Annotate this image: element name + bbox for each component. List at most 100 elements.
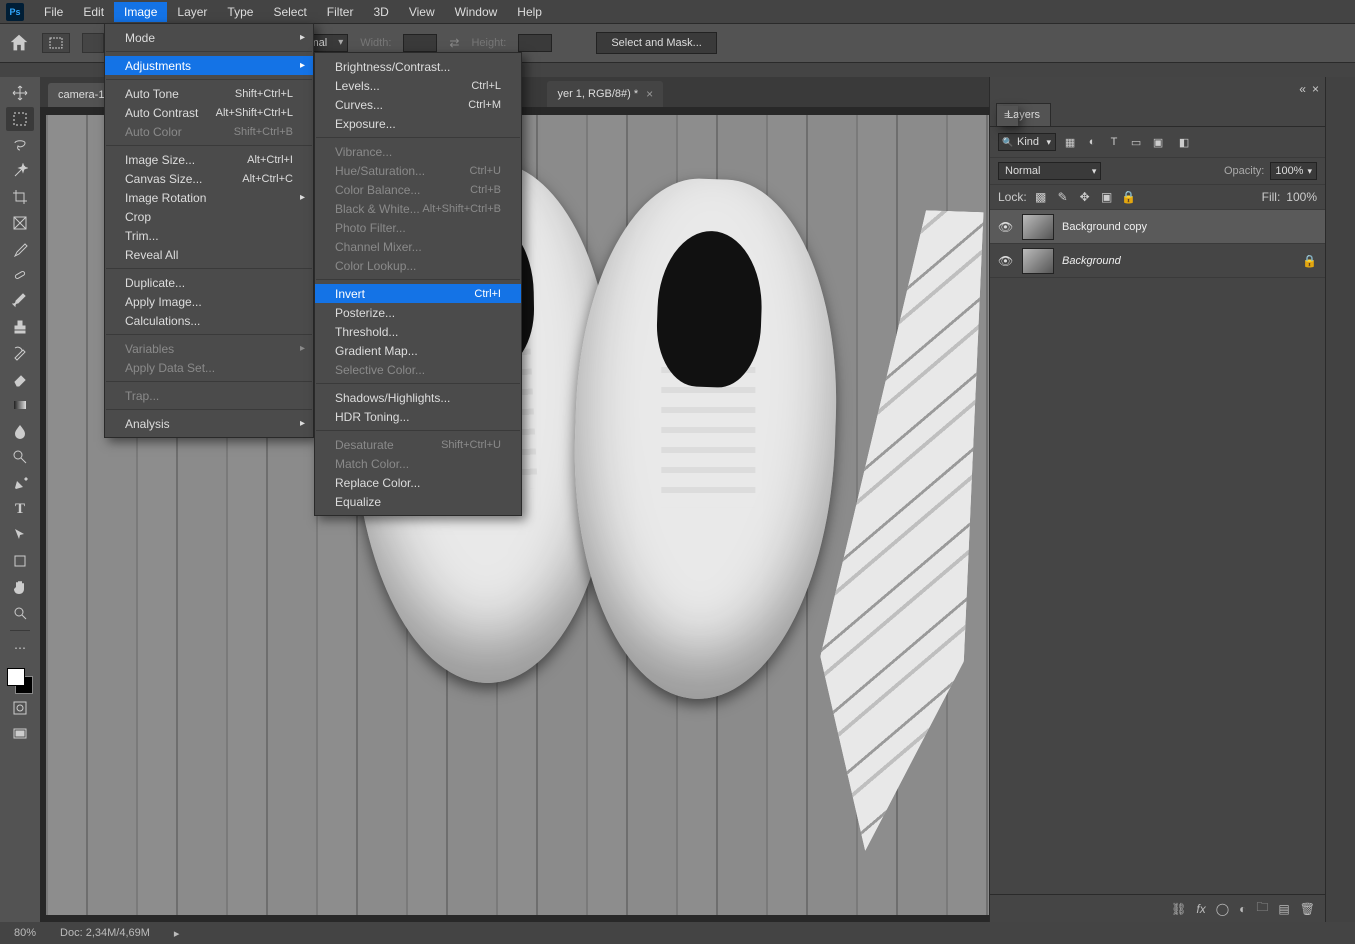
layer-filter-kind[interactable]: Kind xyxy=(998,133,1056,151)
adjustments-menu-item[interactable]: Replace Color... xyxy=(315,473,521,492)
magic-wand-tool-icon[interactable] xyxy=(6,159,34,183)
marquee-tool-icon[interactable] xyxy=(6,107,34,131)
layer-thumbnail[interactable] xyxy=(1022,214,1054,240)
image-menu-item[interactable]: Image Rotation▸ xyxy=(105,188,313,207)
lock-pixels-icon[interactable]: ▩ xyxy=(1033,189,1049,205)
collapse-icon[interactable]: « xyxy=(1299,82,1306,96)
eyedropper-tool-icon[interactable] xyxy=(6,237,34,261)
home-icon[interactable] xyxy=(8,32,30,54)
image-menu-item[interactable]: Crop xyxy=(105,207,313,226)
path-select-tool-icon[interactable] xyxy=(6,523,34,547)
lock-artboard-icon[interactable]: ▣ xyxy=(1099,189,1115,205)
adjustments-menu-item[interactable]: Posterize... xyxy=(315,303,521,322)
layer-name[interactable]: Background xyxy=(1062,255,1121,267)
delete-layer-icon[interactable]: 🗑 xyxy=(1300,902,1315,916)
image-menu-item[interactable]: Calculations... xyxy=(105,311,313,330)
menu-layer[interactable]: Layer xyxy=(167,2,217,22)
close-icon[interactable]: × xyxy=(1312,82,1319,96)
status-chevron-icon[interactable]: ▸ xyxy=(174,927,180,940)
close-icon[interactable]: × xyxy=(646,87,653,101)
link-layers-icon[interactable]: ⛓ xyxy=(1171,902,1186,916)
panel-menu-icon[interactable]: ≡ xyxy=(996,106,1018,126)
group-icon[interactable]: 🗀 xyxy=(1256,898,1268,919)
filter-smart-icon[interactable]: ▣ xyxy=(1150,134,1166,150)
layer-name[interactable]: Background copy xyxy=(1062,221,1147,233)
adjustment-layer-icon[interactable]: ◐ xyxy=(1239,902,1246,916)
image-menu-item[interactable]: Analysis▸ xyxy=(105,414,313,433)
adjustments-menu-item[interactable]: Brightness/Contrast... xyxy=(315,57,521,76)
menu-file[interactable]: File xyxy=(34,2,73,22)
adjustments-menu-item[interactable]: Gradient Map... xyxy=(315,341,521,360)
frame-tool-icon[interactable] xyxy=(6,211,34,235)
image-menu-item[interactable]: Image Size...Alt+Ctrl+I xyxy=(105,150,313,169)
healing-tool-icon[interactable] xyxy=(6,263,34,287)
menu-3d[interactable]: 3D xyxy=(363,2,398,22)
tool-preset-picker[interactable] xyxy=(42,33,70,53)
adjustments-menu-item[interactable]: Shadows/Highlights... xyxy=(315,388,521,407)
selection-new-icon[interactable] xyxy=(82,33,104,53)
lock-all-icon[interactable]: 🔒 xyxy=(1121,189,1137,205)
adjustments-menu-item[interactable]: Threshold... xyxy=(315,322,521,341)
adjustments-menu-item[interactable]: Curves...Ctrl+M xyxy=(315,95,521,114)
type-tool-icon[interactable]: T xyxy=(6,497,34,521)
image-menu-item[interactable]: Canvas Size...Alt+Ctrl+C xyxy=(105,169,313,188)
layer-row[interactable]: 👁 Background copy xyxy=(990,210,1325,244)
color-swatch[interactable] xyxy=(7,668,33,694)
document-tab[interactable]: yer 1, RGB/8#) * × xyxy=(547,81,663,107)
fx-icon[interactable]: fx xyxy=(1196,902,1205,916)
zoom-tool-icon[interactable] xyxy=(6,601,34,625)
swap-icon[interactable]: ⇄ xyxy=(449,36,459,50)
layer-row[interactable]: 👁Background🔒 xyxy=(990,244,1325,278)
menu-image[interactable]: Image xyxy=(114,2,167,22)
menu-filter[interactable]: Filter xyxy=(317,2,364,22)
lock-paint-icon[interactable]: ✎ xyxy=(1055,189,1071,205)
opacity-input[interactable]: 100% xyxy=(1270,162,1317,180)
filter-shape-icon[interactable]: ▭ xyxy=(1128,134,1144,150)
filter-pixel-icon[interactable]: ▦ xyxy=(1062,134,1078,150)
shape-tool-icon[interactable] xyxy=(6,549,34,573)
filter-type-icon[interactable]: T xyxy=(1106,134,1122,150)
image-menu-item[interactable]: Trim... xyxy=(105,226,313,245)
blend-mode-select[interactable]: Normal xyxy=(998,162,1101,180)
new-layer-icon[interactable]: ▤ xyxy=(1278,902,1289,916)
adjustments-menu-item[interactable]: Equalize xyxy=(315,492,521,511)
adjustments-menu-item[interactable]: HDR Toning... xyxy=(315,407,521,426)
layer-thumbnail[interactable] xyxy=(1022,248,1054,274)
visibility-icon[interactable]: 👁 xyxy=(998,220,1014,234)
lock-position-icon[interactable]: ✥ xyxy=(1077,189,1093,205)
zoom-level[interactable]: 80% xyxy=(14,927,36,939)
filter-adjust-icon[interactable]: ◐ xyxy=(1084,134,1100,150)
adjustments-menu-item[interactable]: Exposure... xyxy=(315,114,521,133)
image-menu-item[interactable]: Adjustments▸ xyxy=(105,56,313,75)
fill-input[interactable]: 100% xyxy=(1286,190,1317,204)
image-menu-item[interactable]: Reveal All xyxy=(105,245,313,264)
quick-mask-icon[interactable] xyxy=(6,696,34,720)
screen-mode-icon[interactable] xyxy=(6,722,34,746)
select-and-mask-button[interactable]: Select and Mask... xyxy=(596,32,717,54)
stamp-tool-icon[interactable] xyxy=(6,315,34,339)
adjustments-menu-item[interactable]: InvertCtrl+I xyxy=(315,284,521,303)
eraser-tool-icon[interactable] xyxy=(6,367,34,391)
menu-type[interactable]: Type xyxy=(217,2,263,22)
image-menu-item[interactable]: Apply Image... xyxy=(105,292,313,311)
menu-select[interactable]: Select xyxy=(263,2,316,22)
image-menu-item[interactable]: Duplicate... xyxy=(105,273,313,292)
dodge-tool-icon[interactable] xyxy=(6,445,34,469)
pen-tool-icon[interactable] xyxy=(6,471,34,495)
menu-window[interactable]: Window xyxy=(445,2,508,22)
menu-edit[interactable]: Edit xyxy=(73,2,114,22)
filter-toggle-icon[interactable]: ◧ xyxy=(1176,134,1192,150)
collapsed-panel-strip[interactable] xyxy=(1325,77,1355,922)
move-tool-icon[interactable] xyxy=(6,81,34,105)
hand-tool-icon[interactable] xyxy=(6,575,34,599)
menu-view[interactable]: View xyxy=(399,2,445,22)
blur-tool-icon[interactable] xyxy=(6,419,34,443)
gradient-tool-icon[interactable] xyxy=(6,393,34,417)
menu-help[interactable]: Help xyxy=(507,2,552,22)
crop-tool-icon[interactable] xyxy=(6,185,34,209)
edit-toolbar-icon[interactable]: ⋯ xyxy=(6,636,34,660)
image-menu-item[interactable]: Mode▸ xyxy=(105,28,313,47)
brush-tool-icon[interactable] xyxy=(6,289,34,313)
adjustments-menu-item[interactable]: Levels...Ctrl+L xyxy=(315,76,521,95)
image-menu-item[interactable]: Auto ContrastAlt+Shift+Ctrl+L xyxy=(105,103,313,122)
